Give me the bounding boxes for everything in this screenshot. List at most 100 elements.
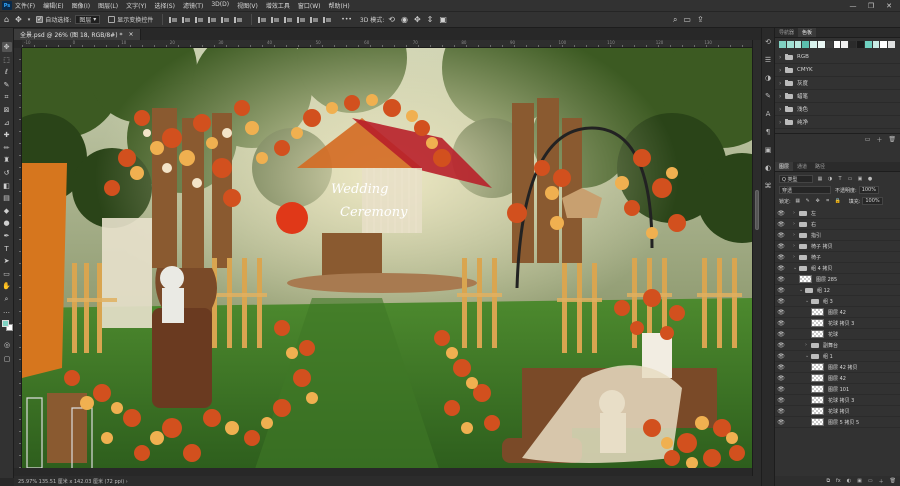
menu-item[interactable]: 文件(F) bbox=[15, 1, 35, 10]
maximize-button[interactable]: ❐ bbox=[864, 0, 878, 11]
delete-layer-icon[interactable]: 🗑 bbox=[890, 478, 896, 484]
menu-item[interactable]: 文字(Y) bbox=[126, 1, 146, 10]
libraries-icon[interactable]: ▣ bbox=[764, 146, 773, 155]
paragraph-icon[interactable]: ¶ bbox=[764, 128, 773, 137]
delete-swatch-icon[interactable]: 🗑 bbox=[888, 136, 896, 143]
3d-slide-icon[interactable]: ⇕ bbox=[427, 15, 434, 24]
clone-stamp-tool-icon[interactable]: ♜ bbox=[2, 155, 12, 165]
layer-row[interactable]: 👁 › 椅子 bbox=[775, 252, 900, 263]
color-icon[interactable]: ◐ bbox=[764, 164, 773, 173]
color-swatch[interactable] bbox=[794, 41, 802, 48]
filter-shape-icon[interactable]: ▭ bbox=[847, 176, 853, 182]
blur-tool-icon[interactable]: ◆ bbox=[2, 206, 12, 216]
scrollbar-thumb[interactable] bbox=[755, 190, 759, 230]
distribute-3-icon[interactable] bbox=[283, 16, 293, 24]
fx-icon[interactable]: fx bbox=[836, 478, 841, 484]
tab-paths[interactable]: 路径 bbox=[811, 162, 829, 171]
home-icon[interactable]: ⌂ bbox=[4, 15, 9, 24]
color-swatch[interactable] bbox=[849, 41, 856, 48]
brush-tool-icon[interactable]: ✏ bbox=[2, 143, 12, 153]
filter-toggle-icon[interactable]: ● bbox=[867, 176, 873, 182]
distribute-2-icon[interactable] bbox=[270, 16, 280, 24]
layer-row[interactable]: 👁 图层 42 bbox=[775, 373, 900, 384]
menu-item[interactable]: 图像(I) bbox=[72, 1, 90, 10]
filter-smart-icon[interactable]: ▣ bbox=[857, 176, 863, 182]
layer-row[interactable]: 👁 › 指引 bbox=[775, 230, 900, 241]
eye-icon[interactable]: 👁 bbox=[775, 342, 787, 349]
marquee-tool-icon[interactable]: ⬚ bbox=[2, 55, 12, 65]
tool-preset-chevron-icon[interactable]: ▾ bbox=[28, 17, 31, 23]
menu-item[interactable]: 图层(L) bbox=[98, 1, 118, 10]
history-brush-tool-icon[interactable]: ↺ bbox=[2, 168, 12, 178]
lock-artboard-icon[interactable]: ⌗ bbox=[825, 198, 831, 204]
quick-select-tool-icon[interactable]: ✎ bbox=[2, 80, 12, 90]
distribute-1-icon[interactable] bbox=[257, 16, 267, 24]
auto-select-dropdown[interactable]: 图层 ▾ bbox=[75, 15, 101, 24]
adjustments-icon[interactable]: ◑ bbox=[764, 74, 773, 83]
eye-icon[interactable]: 👁 bbox=[775, 419, 787, 426]
color-swatch[interactable] bbox=[872, 41, 880, 48]
blend-mode-dropdown[interactable]: 穿透 bbox=[779, 186, 831, 194]
layer-row[interactable]: 👁 花球 bbox=[775, 329, 900, 340]
move-tool-icon[interactable]: ✥ bbox=[1, 42, 12, 52]
zoom-tool-icon[interactable]: ⌕ bbox=[2, 294, 12, 304]
eye-icon[interactable]: 👁 bbox=[775, 210, 787, 217]
eye-icon[interactable]: 👁 bbox=[775, 232, 787, 239]
swatch-folder[interactable]: › 纯净 bbox=[775, 116, 900, 129]
layer-row[interactable]: 👁 花球 拷贝 3 bbox=[775, 318, 900, 329]
minimize-button[interactable]: — bbox=[846, 0, 860, 11]
eye-icon[interactable]: 👁 bbox=[775, 331, 787, 338]
more-options-button[interactable]: ••• bbox=[341, 16, 352, 23]
distribute-4-icon[interactable] bbox=[296, 16, 306, 24]
app-logo[interactable]: Ps bbox=[2, 1, 12, 10]
eyedropper-tool-icon[interactable]: ⊿ bbox=[2, 118, 12, 128]
share-icon[interactable]: ⇪ bbox=[697, 15, 704, 24]
layer-row[interactable]: 👁 图层 285 bbox=[775, 274, 900, 285]
color-swatch[interactable] bbox=[825, 41, 833, 48]
type-tool-icon[interactable]: T bbox=[2, 244, 12, 254]
layer-row[interactable]: 👁 ⌄ 组 1 bbox=[775, 351, 900, 362]
color-swatch[interactable] bbox=[810, 41, 817, 48]
foreground-color-swatch[interactable] bbox=[2, 320, 9, 327]
layer-row[interactable]: 👁 › 右 bbox=[775, 219, 900, 230]
tab-channels[interactable]: 通道 bbox=[793, 162, 811, 171]
lock-image-icon[interactable]: ✎ bbox=[805, 198, 811, 204]
menu-item[interactable]: 增效工具 bbox=[266, 1, 290, 10]
color-swatch[interactable] bbox=[888, 41, 895, 48]
fill-field[interactable]: 100% bbox=[862, 197, 883, 205]
dodge-tool-icon[interactable]: ● bbox=[2, 218, 12, 228]
color-swatch[interactable] bbox=[802, 41, 810, 48]
screen-mode-icon[interactable]: ▢ bbox=[2, 354, 12, 364]
3d-rotate-icon[interactable]: ⟲ bbox=[388, 15, 395, 24]
more-tools-icon[interactable]: … bbox=[2, 306, 12, 316]
eye-icon[interactable]: 👁 bbox=[775, 298, 787, 305]
layer-row[interactable]: 👁 花球 拷贝 bbox=[775, 406, 900, 417]
eye-icon[interactable]: 👁 bbox=[775, 309, 787, 316]
document-close-icon[interactable]: × bbox=[128, 31, 133, 38]
eye-icon[interactable]: 👁 bbox=[775, 287, 787, 294]
color-swatch[interactable] bbox=[786, 41, 794, 48]
group-icon[interactable]: ▭ bbox=[868, 478, 873, 484]
layer-row[interactable]: 👁 图层 42 bbox=[775, 307, 900, 318]
menu-item[interactable]: 编辑(E) bbox=[43, 1, 63, 10]
layer-filter-dropdown[interactable]: Q 类型 bbox=[779, 175, 813, 183]
distribute-6-icon[interactable] bbox=[322, 16, 332, 24]
eraser-tool-icon[interactable]: ◧ bbox=[2, 181, 12, 191]
swatch-folder[interactable]: › CMYK bbox=[775, 64, 900, 77]
swatch-folder[interactable]: › 灰度 bbox=[775, 77, 900, 90]
eye-icon[interactable]: 👁 bbox=[775, 254, 787, 261]
adjustment-layer-icon[interactable]: ▣ bbox=[857, 478, 862, 484]
vertical-ruler[interactable] bbox=[14, 48, 22, 468]
swatch-folder[interactable]: › RGB bbox=[775, 51, 900, 64]
color-swatch[interactable] bbox=[817, 41, 825, 48]
search-icon[interactable]: ⌕ bbox=[673, 15, 677, 25]
close-window-button[interactable]: ✕ bbox=[882, 0, 896, 11]
layer-row[interactable]: 👁 › 椅子 拷贝 bbox=[775, 241, 900, 252]
layer-row[interactable]: 👁 图层 101 bbox=[775, 384, 900, 395]
eye-icon[interactable]: 👁 bbox=[775, 353, 787, 360]
link-layers-icon[interactable]: ⧉ bbox=[826, 478, 830, 484]
pen-tool-icon[interactable]: ✒ bbox=[2, 231, 12, 241]
layer-row[interactable]: 👁 花球 拷贝 3 bbox=[775, 395, 900, 406]
brush-settings-icon[interactable]: ✎ bbox=[764, 92, 773, 101]
eye-icon[interactable]: 👁 bbox=[775, 386, 787, 393]
